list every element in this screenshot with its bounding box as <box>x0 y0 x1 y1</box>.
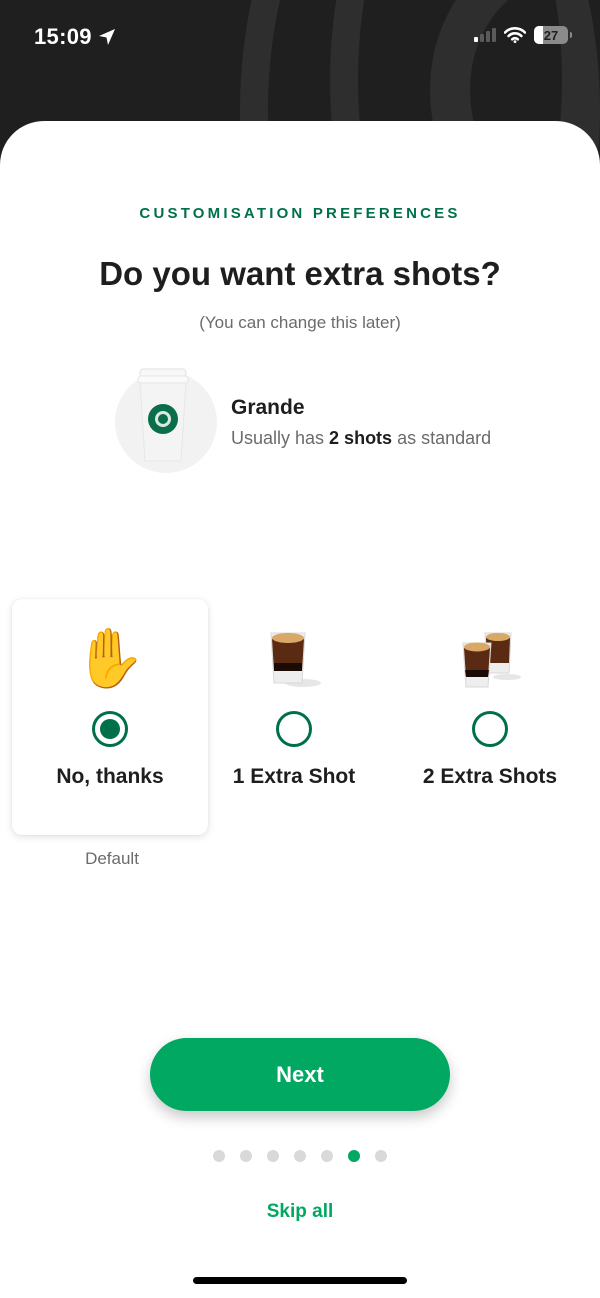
radio-selected[interactable] <box>92 711 128 747</box>
section-eyebrow: CUSTOMISATION PREFERENCES <box>139 205 461 222</box>
page-dot <box>294 1150 306 1162</box>
preferences-sheet: CUSTOMISATION PREFERENCES Do you want ex… <box>0 121 600 1298</box>
page-dot <box>321 1150 333 1162</box>
page-subtitle: (You can change this later) <box>199 313 401 332</box>
status-bar: 15:09 27 <box>0 0 600 80</box>
espresso-shot-icon <box>259 623 329 695</box>
option-2-extra-shots[interactable]: 2 Extra Shots <box>392 599 588 835</box>
option-label: 1 Extra Shot <box>232 765 356 788</box>
option-label: 2 Extra Shots <box>422 765 558 788</box>
size-name: Grande <box>231 395 305 419</box>
drink-size-info: Grande Usually has 2 shots as standard <box>115 368 492 473</box>
raised-hand-icon: ✋ <box>73 626 147 691</box>
radio-unselected[interactable] <box>472 711 508 747</box>
extra-shots-options: ✋ No, thanks 1 Extra Shot 2 Extra Shots <box>12 599 588 835</box>
battery-level: 27 <box>543 27 559 43</box>
page-dot-active <box>348 1150 360 1162</box>
option-1-extra-shot[interactable]: 1 Extra Shot <box>196 599 392 835</box>
battery-icon: 27 <box>534 26 568 44</box>
radio-unselected[interactable] <box>276 711 312 747</box>
option-label: No, thanks <box>56 765 164 788</box>
home-indicator[interactable] <box>193 1277 407 1284</box>
wifi-icon <box>504 27 526 43</box>
default-note: Default <box>85 849 139 868</box>
clock: 15:09 <box>34 24 92 49</box>
next-button[interactable]: Next <box>150 1038 450 1111</box>
skip-all-link[interactable]: Skip all <box>0 1201 600 1223</box>
page-indicator <box>0 1150 600 1162</box>
size-description: Usually has 2 shots as standard <box>231 427 492 448</box>
option-no-thanks[interactable]: ✋ No, thanks <box>12 599 208 835</box>
page-title: Do you want extra shots? <box>99 255 501 292</box>
page-dot <box>240 1150 252 1162</box>
page-dot <box>213 1150 225 1162</box>
two-espresso-shots-icon <box>455 623 525 695</box>
page-dot <box>375 1150 387 1162</box>
page-dot <box>267 1150 279 1162</box>
starbucks-cup-icon <box>115 368 217 473</box>
location-arrow-icon <box>98 29 115 45</box>
status-time: 15:09 <box>34 24 116 50</box>
cellular-signal-icon <box>474 28 496 42</box>
